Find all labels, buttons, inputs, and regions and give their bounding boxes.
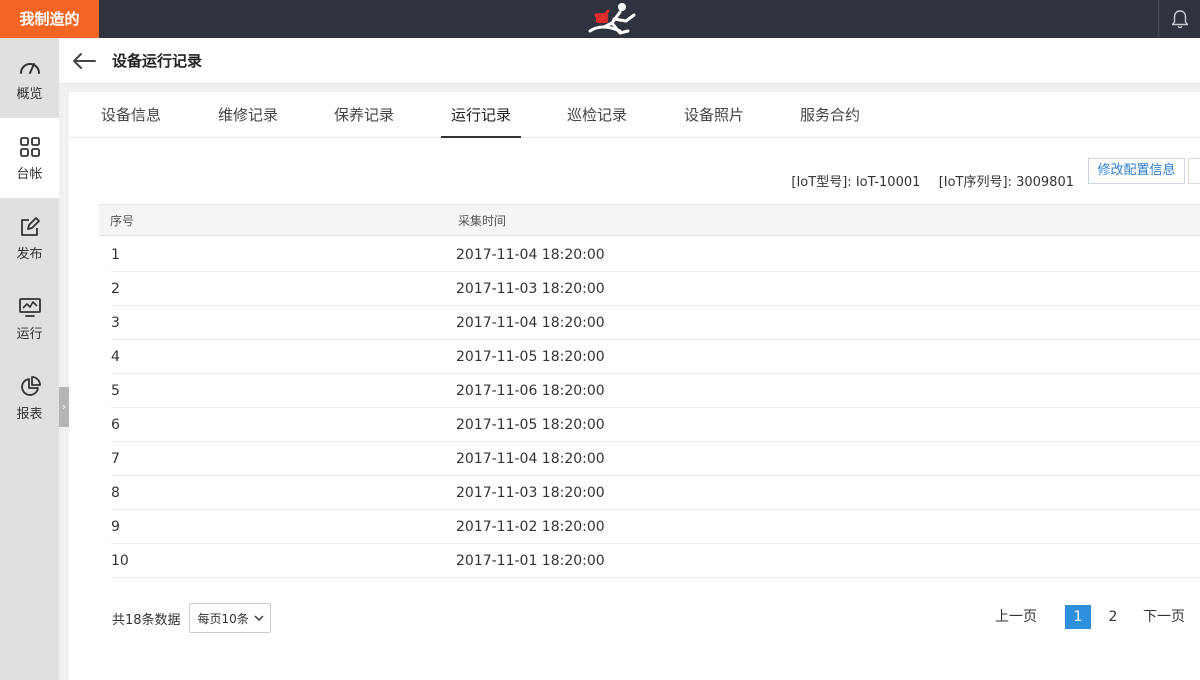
cell-collect-time: 2017-11-04 18:20:00 — [456, 247, 605, 263]
tab-maintenance-records[interactable]: 保养记录 — [332, 92, 396, 138]
cell-index: 9 — [111, 519, 120, 535]
table-row[interactable]: 7 2017-11-04 18:20:00 — [111, 442, 1200, 476]
brand-label[interactable]: 我制造的 — [0, 0, 99, 38]
tab-bar: 设备信息 维修记录 保养记录 运行记录 巡检记录 设备照片 服务合约 — [69, 92, 1200, 138]
run-records-table: 序号 采集时间 1 2017-11-04 18:20:00 2 2017-11-03 … — [99, 204, 1200, 578]
sidebar-item-overview[interactable]: 概览 — [0, 38, 59, 118]
tab-inspection-records[interactable]: 巡检记录 — [565, 92, 629, 138]
next-page-button[interactable]: 下一页 — [1143, 605, 1185, 629]
cell-collect-time: 2017-11-03 18:20:00 — [456, 485, 605, 501]
notification-button[interactable] — [1158, 0, 1200, 38]
table-row[interactable]: 5 2017-11-06 18:20:00 — [111, 374, 1200, 408]
gauge-icon — [19, 62, 40, 74]
cell-collect-time: 2017-11-01 18:20:00 — [456, 553, 605, 569]
pagination: 上一页 1 2 下一页 — [69, 605, 1200, 631]
table-row[interactable]: 2 2017-11-03 18:20:00 — [111, 272, 1200, 306]
tab-run-records[interactable]: 运行记录 — [441, 92, 521, 138]
extra-action-button[interactable] — [1188, 158, 1200, 184]
page-header: 设备运行记录 — [59, 38, 1200, 84]
monitor-chart-icon — [18, 297, 41, 317]
table-row[interactable]: 9 2017-11-02 18:20:00 — [111, 510, 1200, 544]
tab-device-info[interactable]: 设备信息 — [99, 92, 163, 138]
column-header-index: 序号 — [110, 214, 135, 228]
content-card: 设备信息 维修记录 保养记录 运行记录 巡检记录 设备照片 服务合约 [IoT型… — [69, 92, 1200, 680]
prev-page-button[interactable]: 上一页 — [995, 605, 1037, 629]
table-row[interactable]: 3 2017-11-04 18:20:00 — [111, 306, 1200, 340]
table-body: 1 2017-11-04 18:20:00 2 2017-11-03 18:20:00… — [99, 238, 1200, 578]
table-row[interactable]: 6 2017-11-05 18:20:00 — [111, 408, 1200, 442]
arrow-left-icon[interactable] — [71, 51, 97, 71]
iot-model-value: IoT-10001 — [855, 175, 921, 190]
tab-service-contract[interactable]: 服务合约 — [798, 92, 862, 138]
sidebar-item-label: 台帐 — [16, 166, 43, 182]
cell-index: 8 — [111, 485, 120, 501]
cell-index: 7 — [111, 451, 120, 467]
edit-config-button[interactable]: 修改配置信息 — [1088, 158, 1185, 184]
tab-device-photos[interactable]: 设备照片 — [682, 92, 746, 138]
tab-repair-records[interactable]: 维修记录 — [216, 92, 280, 138]
sidebar-item-label: 报表 — [16, 406, 43, 422]
table-header: 序号 采集时间 — [99, 204, 1200, 236]
sidebar-item-run[interactable]: 运行 — [0, 278, 59, 358]
sidebar-item-report[interactable]: 报表 — [0, 358, 59, 438]
cell-index: 6 — [111, 417, 120, 433]
cell-collect-time: 2017-11-03 18:20:00 — [456, 281, 605, 297]
table-row[interactable]: 4 2017-11-05 18:20:00 — [111, 340, 1200, 374]
sidebar-item-label: 概览 — [16, 86, 43, 102]
cell-index: 10 — [111, 553, 129, 569]
sidebar-item-ledger[interactable]: 台帐 — [0, 118, 59, 198]
sidebar-item-publish[interactable]: 发布 — [0, 198, 59, 278]
cell-collect-time: 2017-11-06 18:20:00 — [456, 383, 605, 399]
iot-info: [IoT型号]: IoT-10001 [IoT序列号]: 3009801 — [791, 171, 1074, 190]
iot-serial-label: [IoT序列号]: — [938, 175, 1012, 190]
sidebar-item-label: 发布 — [16, 246, 43, 262]
cell-index: 1 — [111, 247, 120, 263]
cell-index: 2 — [111, 281, 120, 297]
bell-icon — [1171, 10, 1188, 29]
cell-collect-time: 2017-11-05 18:20:00 — [456, 417, 605, 433]
table-row[interactable]: 1 2017-11-04 18:20:00 — [111, 238, 1200, 272]
grid-icon — [19, 136, 40, 157]
cell-collect-time: 2017-11-02 18:20:00 — [456, 519, 605, 535]
page-button-2[interactable]: 2 — [1105, 605, 1121, 629]
pie-chart-icon — [20, 375, 41, 396]
running-man-logo-icon[interactable] — [586, 1, 642, 37]
table-row[interactable]: 8 2017-11-03 18:20:00 — [111, 476, 1200, 510]
sidebar-item-label: 运行 — [16, 326, 43, 342]
sidebar: 概览 台帐 发布 运行 报表 — [0, 38, 59, 680]
cell-collect-time: 2017-11-05 18:20:00 — [456, 349, 605, 365]
cell-index: 4 — [111, 349, 120, 365]
cell-collect-time: 2017-11-04 18:20:00 — [456, 451, 605, 467]
cell-index: 3 — [111, 315, 120, 331]
page-button-1[interactable]: 1 — [1065, 605, 1091, 629]
table-row[interactable]: 10 2017-11-01 18:20:00 — [111, 544, 1200, 578]
column-header-collect-time: 采集时间 — [458, 214, 507, 228]
iot-model-label: [IoT型号]: — [791, 175, 852, 190]
page-title: 设备运行记录 — [112, 52, 203, 70]
cell-index: 5 — [111, 383, 120, 399]
sidebar-collapse-handle[interactable]: › — [59, 387, 69, 427]
top-bar: 我制造的 — [0, 0, 1200, 38]
cell-collect-time: 2017-11-04 18:20:00 — [456, 315, 605, 331]
iot-serial-value: 3009801 — [1016, 175, 1074, 190]
edit-icon — [20, 216, 40, 236]
